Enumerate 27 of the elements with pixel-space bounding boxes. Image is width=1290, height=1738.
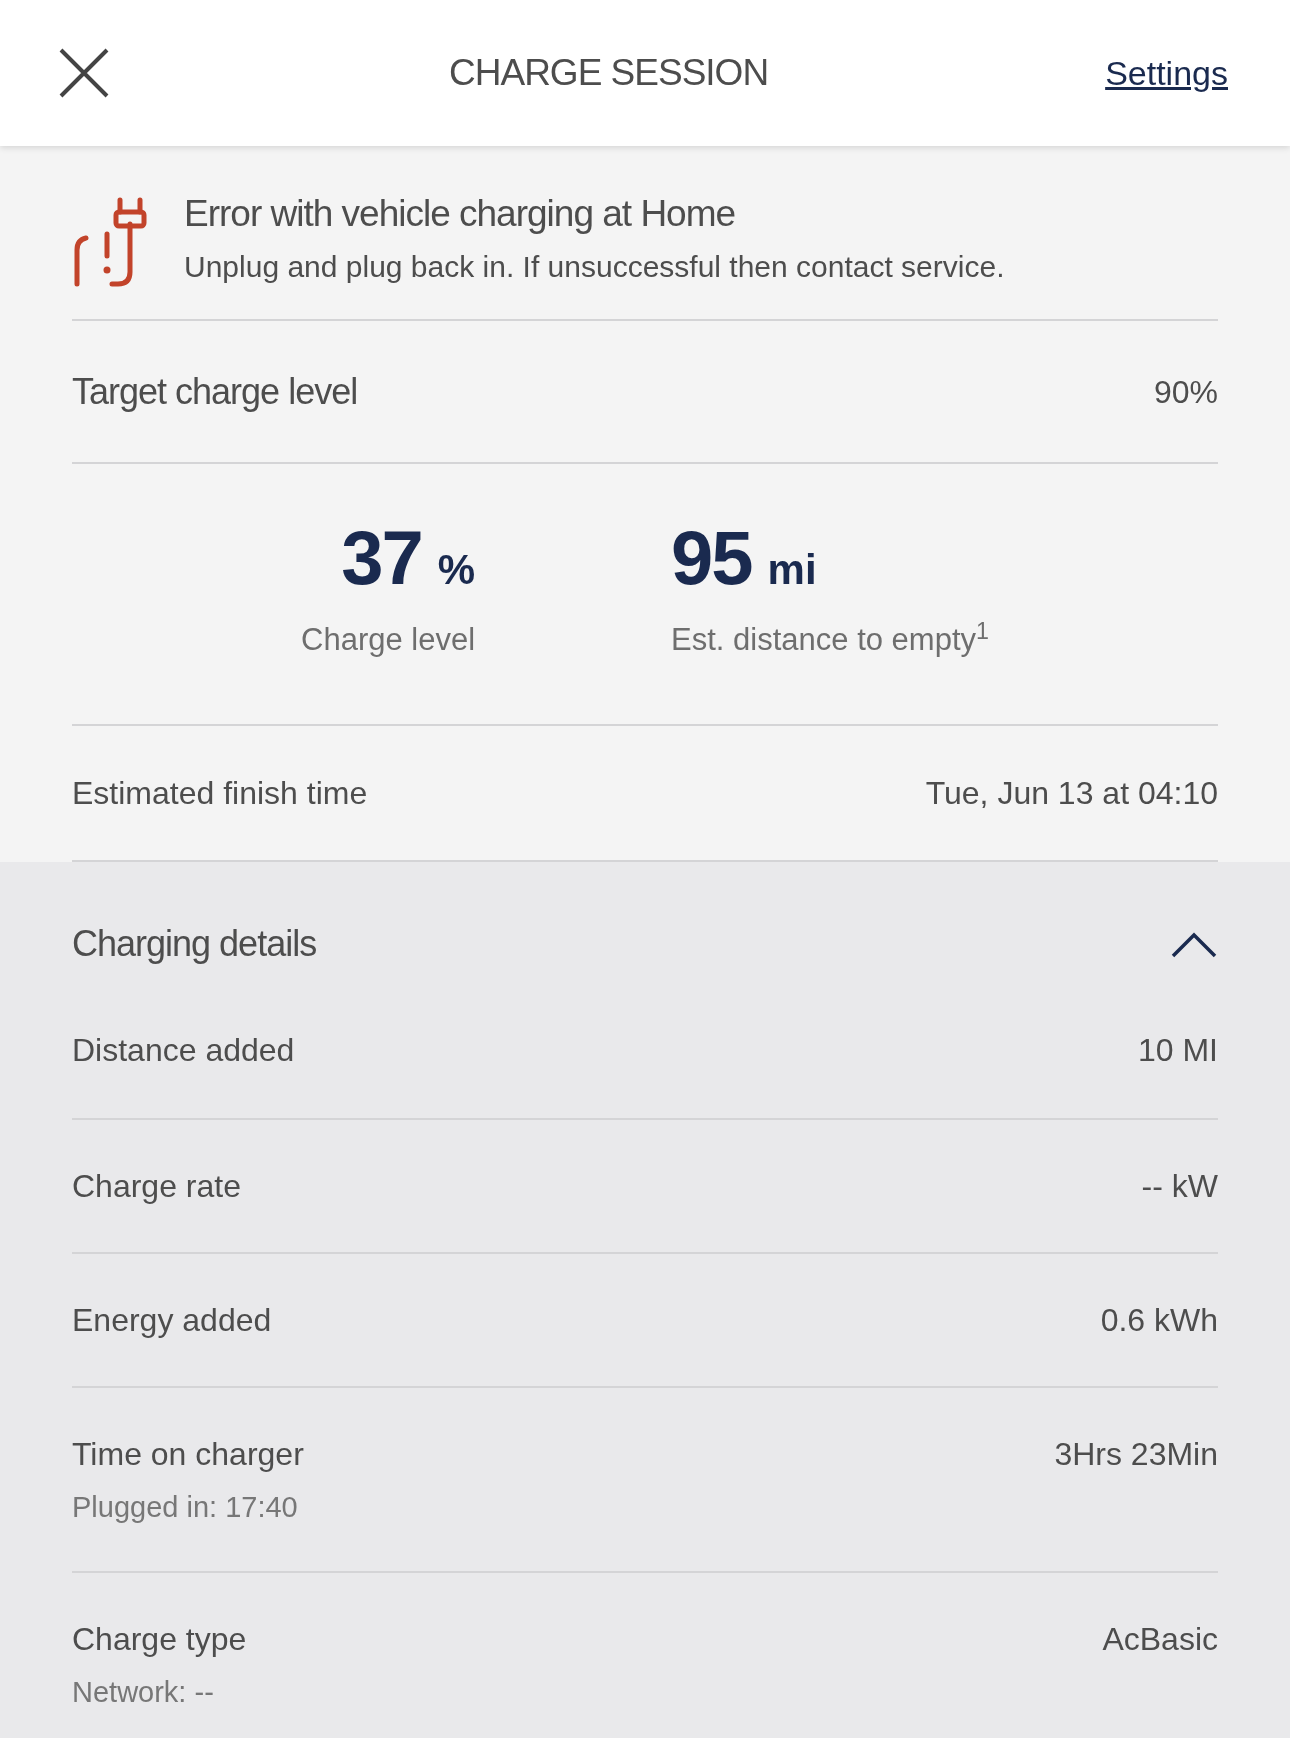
row-value: -- kW <box>1141 1166 1218 1206</box>
row-label: Estimated finish time <box>72 773 368 813</box>
stat-unit: % <box>437 545 476 596</box>
row-label: Target charge level <box>72 369 358 414</box>
row-value: AcBasic <box>1102 1620 1218 1660</box>
row-value: Tue, Jun 13 at 04:10 <box>925 773 1218 813</box>
row-subtext: Network: -- <box>72 1675 215 1711</box>
row-label: Charge type <box>72 1620 247 1660</box>
stat-number: 37 <box>341 520 422 597</box>
row-subtext: Plugged in: 17:40 <box>72 1489 299 1525</box>
stat-number: 95 <box>671 520 752 597</box>
row-label: Distance added <box>72 1030 295 1070</box>
row-value: 90% <box>1153 372 1218 412</box>
row-label: Charge rate <box>72 1166 241 1206</box>
row-label: Energy added <box>72 1300 272 1340</box>
row-value: 0.6 kWh <box>1100 1300 1218 1340</box>
row-label: Time on charger <box>72 1434 304 1474</box>
alert-message: Unplug and plug back in. If unsuccessful then contact service. <box>184 249 1005 286</box>
page-title: CHARGE SESSION <box>449 51 769 96</box>
row-value: 10 MI <box>1137 1030 1218 1070</box>
alert-title: Error with vehicle charging at Home <box>184 192 737 236</box>
section-title: Charging details <box>72 921 317 966</box>
settings-link[interactable]: Settings <box>1105 47 1228 99</box>
row-value: 3Hrs 23Min <box>1054 1434 1218 1474</box>
stat-caption: Est. distance to empty$^{1}$ <box>671 617 989 660</box>
stat-caption: Charge level <box>301 621 476 660</box>
stat-unit: mi <box>767 545 817 596</box>
